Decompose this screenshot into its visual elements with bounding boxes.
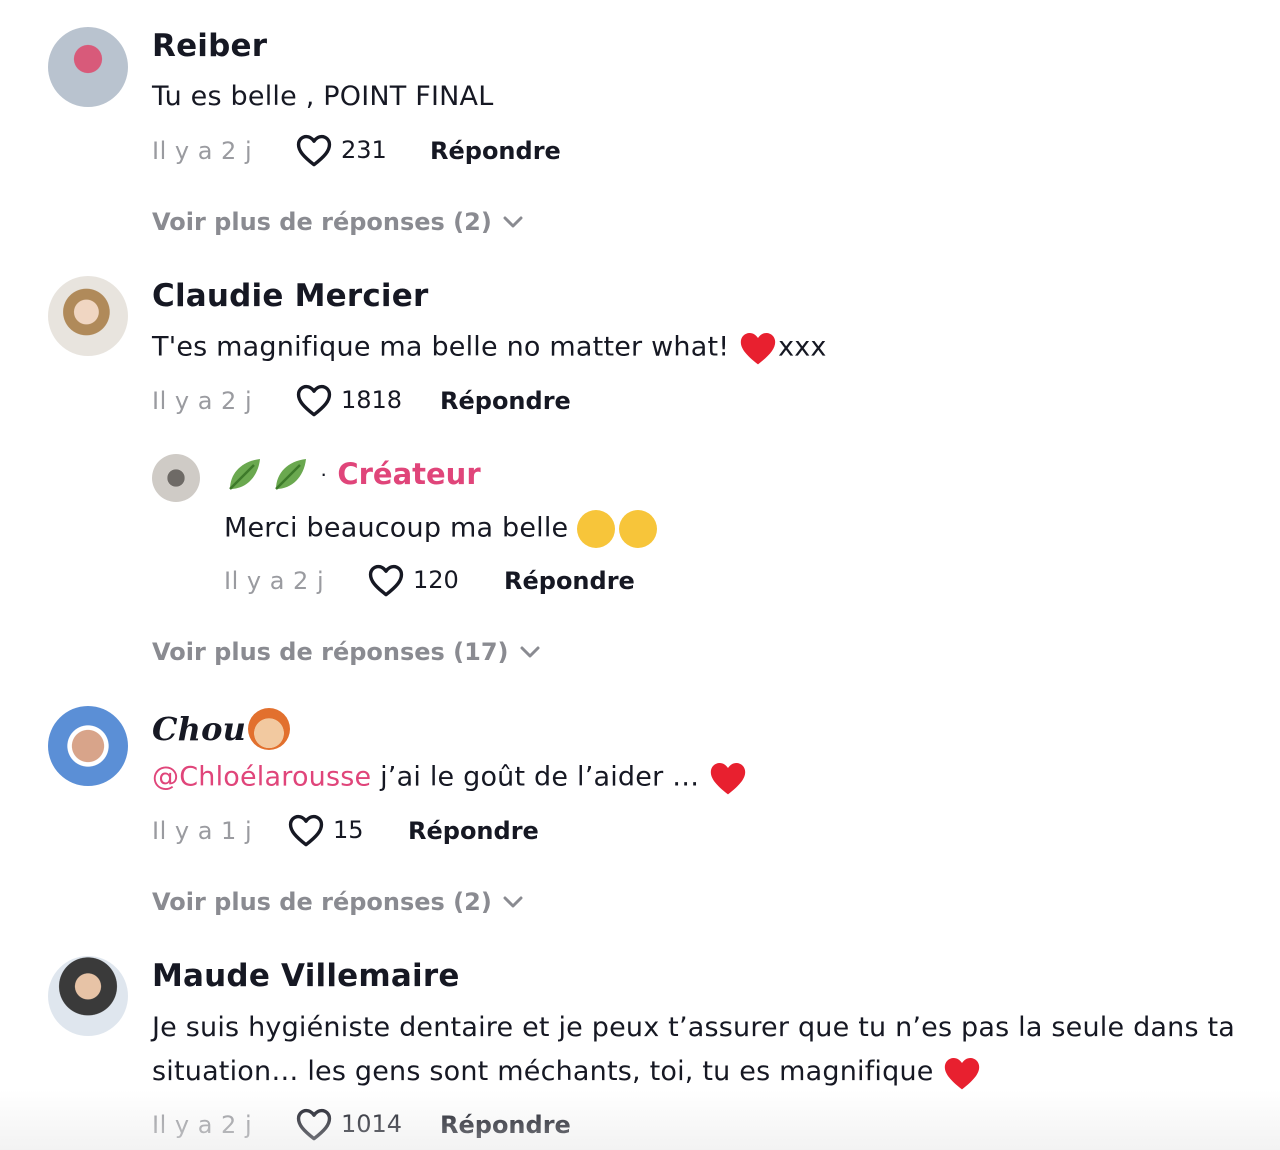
username-row[interactable]: Chou [152, 708, 291, 750]
view-more-replies[interactable]: Voir plus de réponses (2) [152, 208, 524, 236]
username[interactable]: Reiber [152, 28, 267, 64]
like-count: 231 [341, 136, 387, 164]
like-count: 1014 [341, 1110, 403, 1138]
avatar[interactable] [48, 276, 128, 356]
reply-text-body: Merci beaucoup ma belle [224, 512, 578, 544]
like-button[interactable]: 1818 [295, 383, 402, 417]
comment-text-body: Je suis hygiéniste dentaire et je peux t… [152, 1012, 1236, 1087]
reply-button[interactable]: Répondre [440, 387, 571, 415]
like-count: 1818 [341, 386, 403, 414]
comment-text-body: T'es magnifique ma belle no matter what! [152, 331, 739, 363]
username: Chou [152, 710, 247, 748]
like-button[interactable]: 1014 [295, 1107, 402, 1141]
smiling-face-with-hearts-emoji [619, 510, 658, 548]
username[interactable]: Claudie Mercier [152, 278, 428, 314]
view-more-replies[interactable]: Voir plus de réponses (17) [152, 638, 541, 666]
red-heart-emoji [740, 332, 776, 365]
timestamp: Il y a 2 j [152, 1111, 253, 1139]
chevron-down-icon [503, 216, 523, 228]
timestamp: Il y a 2 j [224, 567, 325, 595]
red-heart-emoji [710, 762, 746, 795]
view-more-label: Voir plus de réponses (17) [152, 638, 509, 666]
heart-outline-icon [296, 384, 332, 417]
person-red-hair-emoji [248, 708, 291, 750]
leaf-emoji [229, 459, 260, 490]
chevron-down-icon [520, 646, 540, 658]
reply-button[interactable]: Répondre [440, 1111, 571, 1139]
red-heart-emoji [945, 1057, 980, 1089]
reply-button[interactable]: Répondre [430, 137, 561, 165]
view-more-label: Voir plus de réponses (2) [152, 888, 492, 916]
timestamp: Il y a 1 j [152, 817, 253, 845]
view-more-label: Voir plus de réponses (2) [152, 208, 492, 236]
mention-link[interactable]: @Chloélarousse [152, 762, 371, 793]
like-button[interactable]: 120 [367, 563, 459, 597]
comment-text: Tu es belle , POINT FINAL [152, 81, 494, 112]
chevron-down-icon [503, 896, 523, 908]
username[interactable]: Maude Villemaire [152, 958, 460, 994]
like-button[interactable]: 231 [295, 133, 387, 167]
pleading-face-emoji [577, 510, 616, 548]
view-more-replies[interactable]: Voir plus de réponses (2) [152, 888, 524, 916]
timestamp: Il y a 2 j [152, 137, 253, 165]
comment-text: @Chloélarousse j’ai le goût de l’aider … [152, 760, 748, 796]
creator-badge: Créateur [337, 457, 481, 491]
reply-button[interactable]: Répondre [408, 817, 539, 845]
avatar[interactable] [48, 706, 128, 786]
comment-text-suffix: xxx [778, 331, 827, 363]
creator-header: · Créateur [224, 455, 481, 493]
timestamp: Il y a 2 j [152, 387, 253, 415]
creator-avatar[interactable] [152, 454, 200, 502]
avatar[interactable] [48, 27, 128, 107]
heart-outline-icon [288, 814, 324, 847]
separator-dot: · [320, 461, 328, 486]
reply-text: Merci beaucoup ma belle [224, 510, 658, 548]
comment-text: T'es magnifique ma belle no matter what!… [152, 330, 827, 366]
avatar[interactable] [48, 956, 128, 1036]
like-button[interactable]: 15 [287, 813, 364, 847]
like-count: 120 [413, 566, 459, 594]
comment-text-body: j’ai le goût de l’aider … [371, 761, 709, 793]
leaf-emoji [275, 459, 306, 490]
heart-outline-icon [368, 564, 404, 597]
like-count: 15 [333, 816, 364, 844]
reply-button[interactable]: Répondre [504, 567, 635, 595]
heart-outline-icon [296, 134, 332, 167]
comment-text: Je suis hygiéniste dentaire et je peux t… [152, 1006, 1262, 1094]
heart-outline-icon [296, 1108, 332, 1141]
